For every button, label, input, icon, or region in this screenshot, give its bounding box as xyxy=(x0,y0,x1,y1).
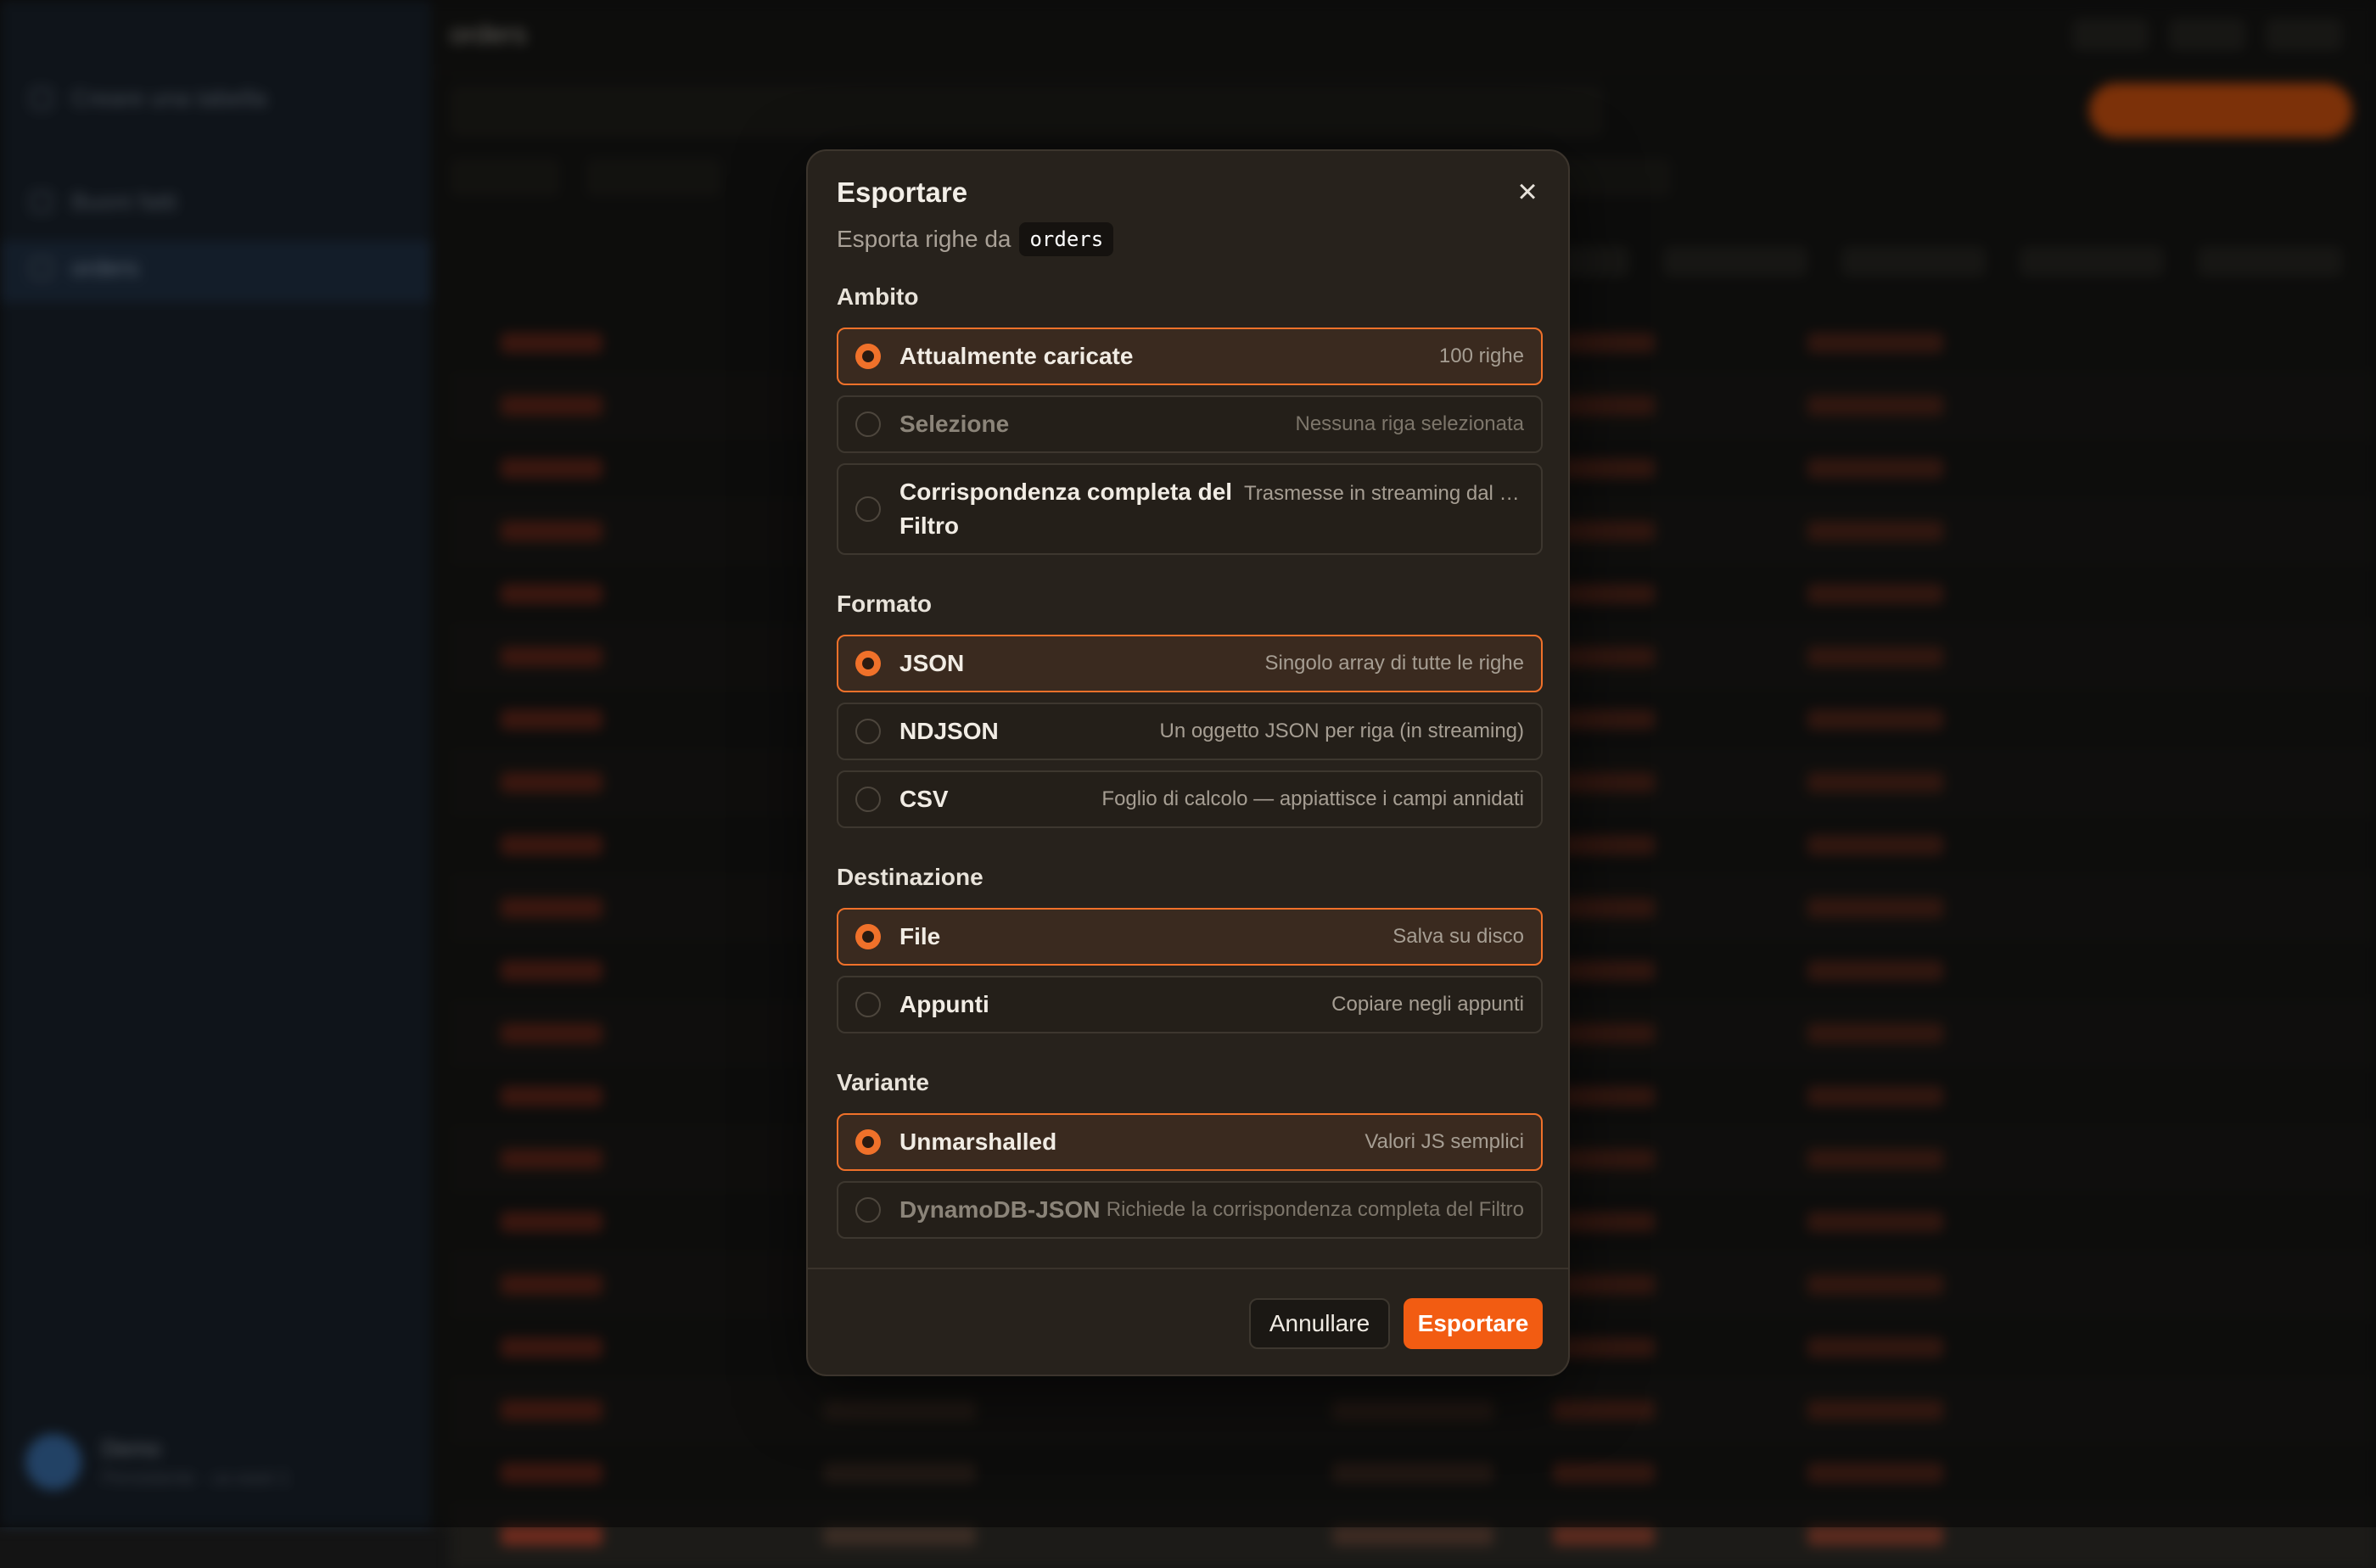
option-desc: Nessuna riga selezionata xyxy=(1295,412,1525,435)
format-option-json[interactable]: JSON Singolo array di tutte le righe xyxy=(837,635,1543,692)
close-icon[interactable]: × xyxy=(1509,173,1546,210)
radio-selected-icon xyxy=(855,344,881,369)
option-label: Appunti xyxy=(899,991,989,1017)
option-desc: Valori JS semplici xyxy=(1365,1130,1524,1153)
dialog-subtitle: Esporta righe da orders xyxy=(837,222,1114,256)
dialog-title: Esportare xyxy=(837,176,968,208)
radio-icon xyxy=(855,496,881,522)
export-button[interactable]: Esportare xyxy=(1404,1298,1543,1349)
option-label: Attualmente caricate xyxy=(899,343,1134,369)
variant-option-unmarshalled[interactable]: Unmarshalled Valori JS semplici xyxy=(837,1113,1543,1171)
option-desc: Salva su disco xyxy=(1393,925,1524,948)
variant-option-dynamodb-json[interactable]: DynamoDB-JSON Richiede la corrispondenza… xyxy=(837,1181,1543,1239)
radio-icon xyxy=(855,719,881,744)
table-cell xyxy=(823,1526,976,1546)
scope-option-full-filter[interactable]: Corrispondenza completa del Filtro Trasm… xyxy=(837,463,1543,555)
option-label: DynamoDB-JSON xyxy=(899,1196,1101,1223)
destination-option-clipboard[interactable]: Appunti Copiare negli appunti xyxy=(837,976,1543,1033)
option-label: File xyxy=(899,923,941,949)
option-desc: Richiede la corrispondenza completa del … xyxy=(1106,1198,1524,1221)
radio-icon xyxy=(855,787,881,812)
option-label: Corrispondenza completa del Filtro xyxy=(899,479,1233,539)
table-name-code: orders xyxy=(1019,222,1114,256)
format-option-csv[interactable]: CSV Foglio di calcolo — appiattisce i ca… xyxy=(837,770,1543,828)
scope-option-selection[interactable]: Selezione Nessuna riga selezionata xyxy=(837,395,1543,453)
radio-selected-icon xyxy=(855,1129,881,1155)
radio-icon xyxy=(855,412,881,437)
radio-selected-icon xyxy=(855,651,881,676)
option-label: NDJSON xyxy=(899,718,999,744)
table-cell xyxy=(1807,1526,1943,1546)
option-desc: 100 righe xyxy=(1438,344,1524,367)
radio-selected-icon xyxy=(855,924,881,949)
option-desc: Copiare negli appunti xyxy=(1331,993,1524,1016)
destination-label: Destinazione xyxy=(837,864,983,890)
option-label: JSON xyxy=(899,650,965,676)
subtitle-text: Esporta righe da xyxy=(837,226,1011,252)
option-label: Unmarshalled xyxy=(899,1128,1057,1155)
option-label: CSV xyxy=(899,786,949,812)
table-cell xyxy=(1553,1526,1655,1546)
option-label: Selezione xyxy=(899,411,1010,437)
cancel-button[interactable]: Annullare xyxy=(1249,1298,1390,1349)
option-desc: Un oggetto JSON per riga (in streaming) xyxy=(1159,720,1524,742)
variant-label: Variante xyxy=(837,1069,929,1095)
option-desc: Singolo array di tutte le righe xyxy=(1264,652,1524,675)
format-label: Formato xyxy=(837,591,932,617)
table-cell xyxy=(501,1526,602,1546)
radio-icon xyxy=(855,1197,881,1223)
export-dialog: Esportare × Esporta righe da orders Ambi… xyxy=(806,149,1570,1376)
radio-icon xyxy=(855,992,881,1017)
option-desc: Foglio di calcolo — appiattisce i campi … xyxy=(1101,787,1524,810)
dialog-footer-divider xyxy=(808,1268,1568,1269)
format-option-ndjson[interactable]: NDJSON Un oggetto JSON per riga (in stre… xyxy=(837,703,1543,760)
destination-option-file[interactable]: File Salva su disco xyxy=(837,908,1543,966)
option-desc: Trasmesse in streaming dal s… xyxy=(1244,482,1524,505)
scope-option-loaded[interactable]: Attualmente caricate 100 righe xyxy=(837,328,1543,385)
scope-label: Ambito xyxy=(837,283,919,310)
table-cell xyxy=(1332,1526,1493,1546)
